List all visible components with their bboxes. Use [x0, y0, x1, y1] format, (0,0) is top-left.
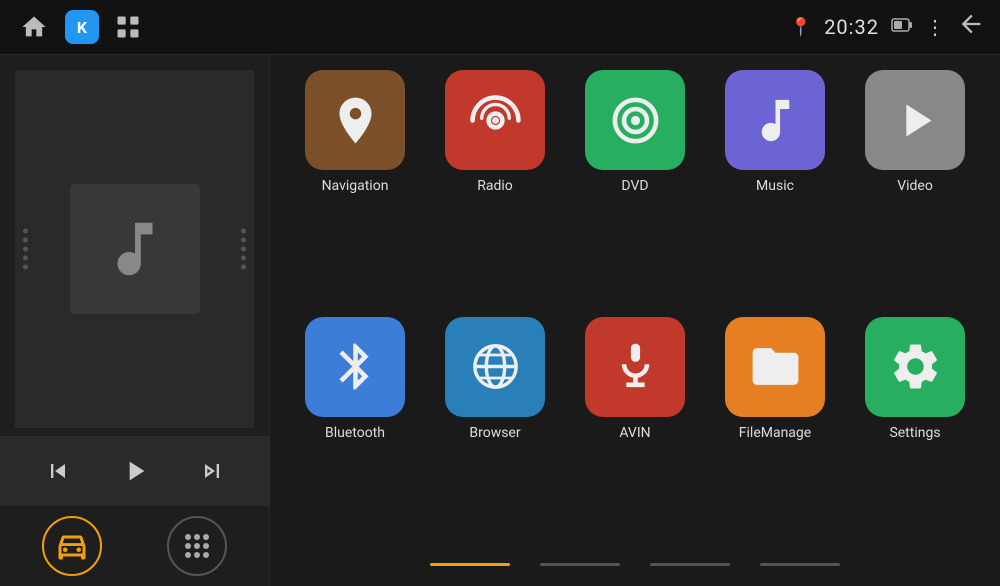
music-app-icon — [725, 70, 825, 170]
music-art — [15, 70, 254, 428]
gallery-button[interactable] — [111, 10, 145, 44]
speaker-left — [23, 229, 28, 270]
app-radio[interactable]: Radio — [430, 70, 560, 302]
location-icon: 📍 — [790, 17, 812, 38]
app-navigation[interactable]: Navigation — [290, 70, 420, 302]
video-icon — [865, 70, 965, 170]
filemanager-icon — [725, 317, 825, 417]
page-dot-4[interactable] — [760, 563, 840, 566]
back-button[interactable] — [957, 10, 985, 44]
music-label: Music — [756, 178, 794, 194]
dvd-label: DVD — [621, 178, 648, 194]
app-browser[interactable]: Browser — [430, 317, 560, 549]
navigation-label: Navigation — [322, 178, 389, 194]
page-dot-3[interactable] — [650, 563, 730, 566]
bottom-icons — [0, 506, 269, 586]
app-avin[interactable]: AVIN — [570, 317, 700, 549]
prev-button[interactable] — [44, 457, 72, 485]
bluetooth-icon — [305, 317, 405, 417]
app-music[interactable]: Music — [710, 70, 840, 302]
bluetooth-label: Bluetooth — [325, 425, 385, 441]
settings-label: Settings — [889, 425, 940, 441]
radio-icon — [445, 70, 545, 170]
time-display: 20:32 — [824, 15, 879, 39]
navigation-icon — [305, 70, 405, 170]
page-dot-2[interactable] — [540, 563, 620, 566]
radio-label: Radio — [477, 178, 513, 194]
video-label: Video — [897, 178, 933, 194]
apps-button[interactable] — [167, 516, 227, 576]
more-options-icon[interactable]: ⋮ — [925, 15, 945, 39]
settings-icon — [865, 317, 965, 417]
app-dvd[interactable]: DVD — [570, 70, 700, 302]
page-dot-1[interactable] — [430, 563, 510, 566]
filemanager-label: FileManage — [739, 425, 811, 441]
music-note-bg — [70, 184, 200, 314]
avin-label: AVIN — [619, 425, 650, 441]
browser-label: Browser — [469, 425, 520, 441]
app-filemanager[interactable]: FileManage — [710, 317, 840, 549]
next-button[interactable] — [198, 457, 226, 485]
media-controls — [0, 436, 269, 506]
avin-icon — [585, 317, 685, 417]
dvd-icon — [585, 70, 685, 170]
play-button[interactable] — [119, 455, 151, 487]
app-settings[interactable]: Settings — [850, 317, 980, 549]
main-content: Navigation Radio — [0, 55, 1000, 586]
speaker-right — [241, 229, 246, 270]
app-video[interactable]: Video — [850, 70, 980, 302]
k-app-button[interactable]: K — [65, 10, 99, 44]
app-bluetooth[interactable]: Bluetooth — [290, 317, 420, 549]
home-button[interactable] — [15, 8, 53, 46]
left-panel — [0, 55, 270, 586]
app-grid: Navigation Radio — [290, 70, 980, 548]
status-bar: K 📍 20:32 ⋮ — [0, 0, 1000, 55]
car-button[interactable] — [42, 516, 102, 576]
status-right: 📍 20:32 ⋮ — [790, 10, 985, 44]
browser-icon — [445, 317, 545, 417]
page-indicators — [290, 548, 980, 571]
app-grid-area: Navigation Radio — [270, 55, 1000, 586]
battery-icon — [891, 17, 913, 37]
status-left: K — [15, 8, 145, 46]
